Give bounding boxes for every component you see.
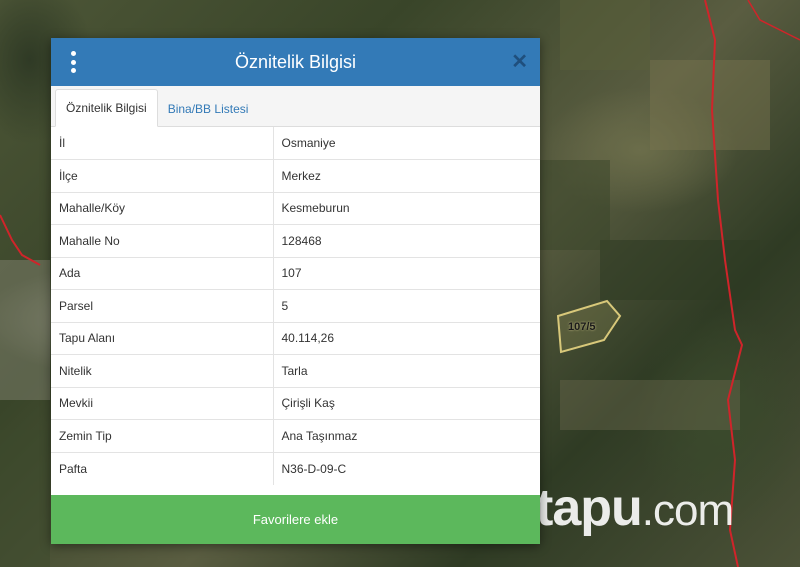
attribute-value: 128468 xyxy=(273,224,540,257)
tab-building-list[interactable]: Bina/BB Listesi xyxy=(158,91,259,127)
attribute-key: Parsel xyxy=(51,289,274,322)
attribute-key: Mevkii xyxy=(51,386,274,420)
watermark-suffix: .com xyxy=(641,486,734,535)
attribute-dialog: Öznitelik Bilgisi ✕ Öznitelik Bilgisi Bi… xyxy=(51,38,540,544)
attribute-key: Pafta xyxy=(51,451,274,485)
dialog-title: Öznitelik Bilgisi xyxy=(234,51,357,72)
watermark-main: tapu xyxy=(536,479,643,537)
table-row: Ada 107 xyxy=(51,256,540,290)
table-row: Mevkii Çirişli Kaş xyxy=(51,386,540,420)
attribute-value: 107 xyxy=(273,256,540,290)
attribute-value: Çirişli Kaş xyxy=(273,386,540,420)
table-row: Zemin Tip Ana Taşınmaz xyxy=(51,419,540,452)
tab-attribute-info[interactable]: Öznitelik Bilgisi xyxy=(55,89,158,127)
attribute-value: N36-D-09-C xyxy=(273,451,540,485)
attribute-value: Ana Taşınmaz xyxy=(273,419,540,452)
parcel-label: 107/5 xyxy=(568,321,596,333)
attribute-key: Mahalle/Köy xyxy=(51,191,274,225)
kebab-menu-icon[interactable] xyxy=(67,51,79,73)
table-row: Mahalle/Köy Kesmeburun xyxy=(51,191,540,225)
table-row: Parsel 5 xyxy=(51,289,540,322)
dialog-header: Öznitelik Bilgisi ✕ xyxy=(51,38,540,86)
attribute-key: Nitelik xyxy=(51,354,274,387)
attribute-value: Merkez xyxy=(273,159,540,192)
attribute-key: Zemin Tip xyxy=(51,419,274,452)
add-to-favorites-button[interactable]: Favorilere ekle xyxy=(51,495,540,544)
watermark-logo: tapu.com xyxy=(536,478,734,538)
attribute-value: 5 xyxy=(273,289,540,322)
table-row: İl Osmaniye xyxy=(51,127,540,160)
close-icon[interactable]: ✕ xyxy=(511,50,528,74)
table-row: Tapu Alanı 40.114,26 xyxy=(51,321,540,355)
attribute-value: Osmaniye xyxy=(281,136,336,150)
attribute-key: İlçe xyxy=(51,159,274,192)
table-row: Mahalle No 128468 xyxy=(51,224,540,257)
attribute-key: Tapu Alanı xyxy=(51,321,274,355)
attribute-key: Mahalle No xyxy=(51,224,274,257)
attribute-key: İl xyxy=(51,127,274,160)
tab-bar: Öznitelik Bilgisi Bina/BB Listesi xyxy=(51,86,540,127)
attribute-value: Tarla xyxy=(273,354,540,387)
table-row: Nitelik Tarla xyxy=(51,354,540,387)
attribute-value: Kesmeburun xyxy=(273,191,540,225)
table-row: İlçe Merkez xyxy=(51,159,540,192)
attribute-table: İl Osmaniye İlçe Merkez Mahalle/Köy Kesmeburu… xyxy=(51,127,540,485)
attribute-key: Ada xyxy=(51,256,274,290)
table-row: Pafta N36-D-09-C xyxy=(51,451,540,485)
attribute-value: 40.114,26 xyxy=(273,321,540,355)
